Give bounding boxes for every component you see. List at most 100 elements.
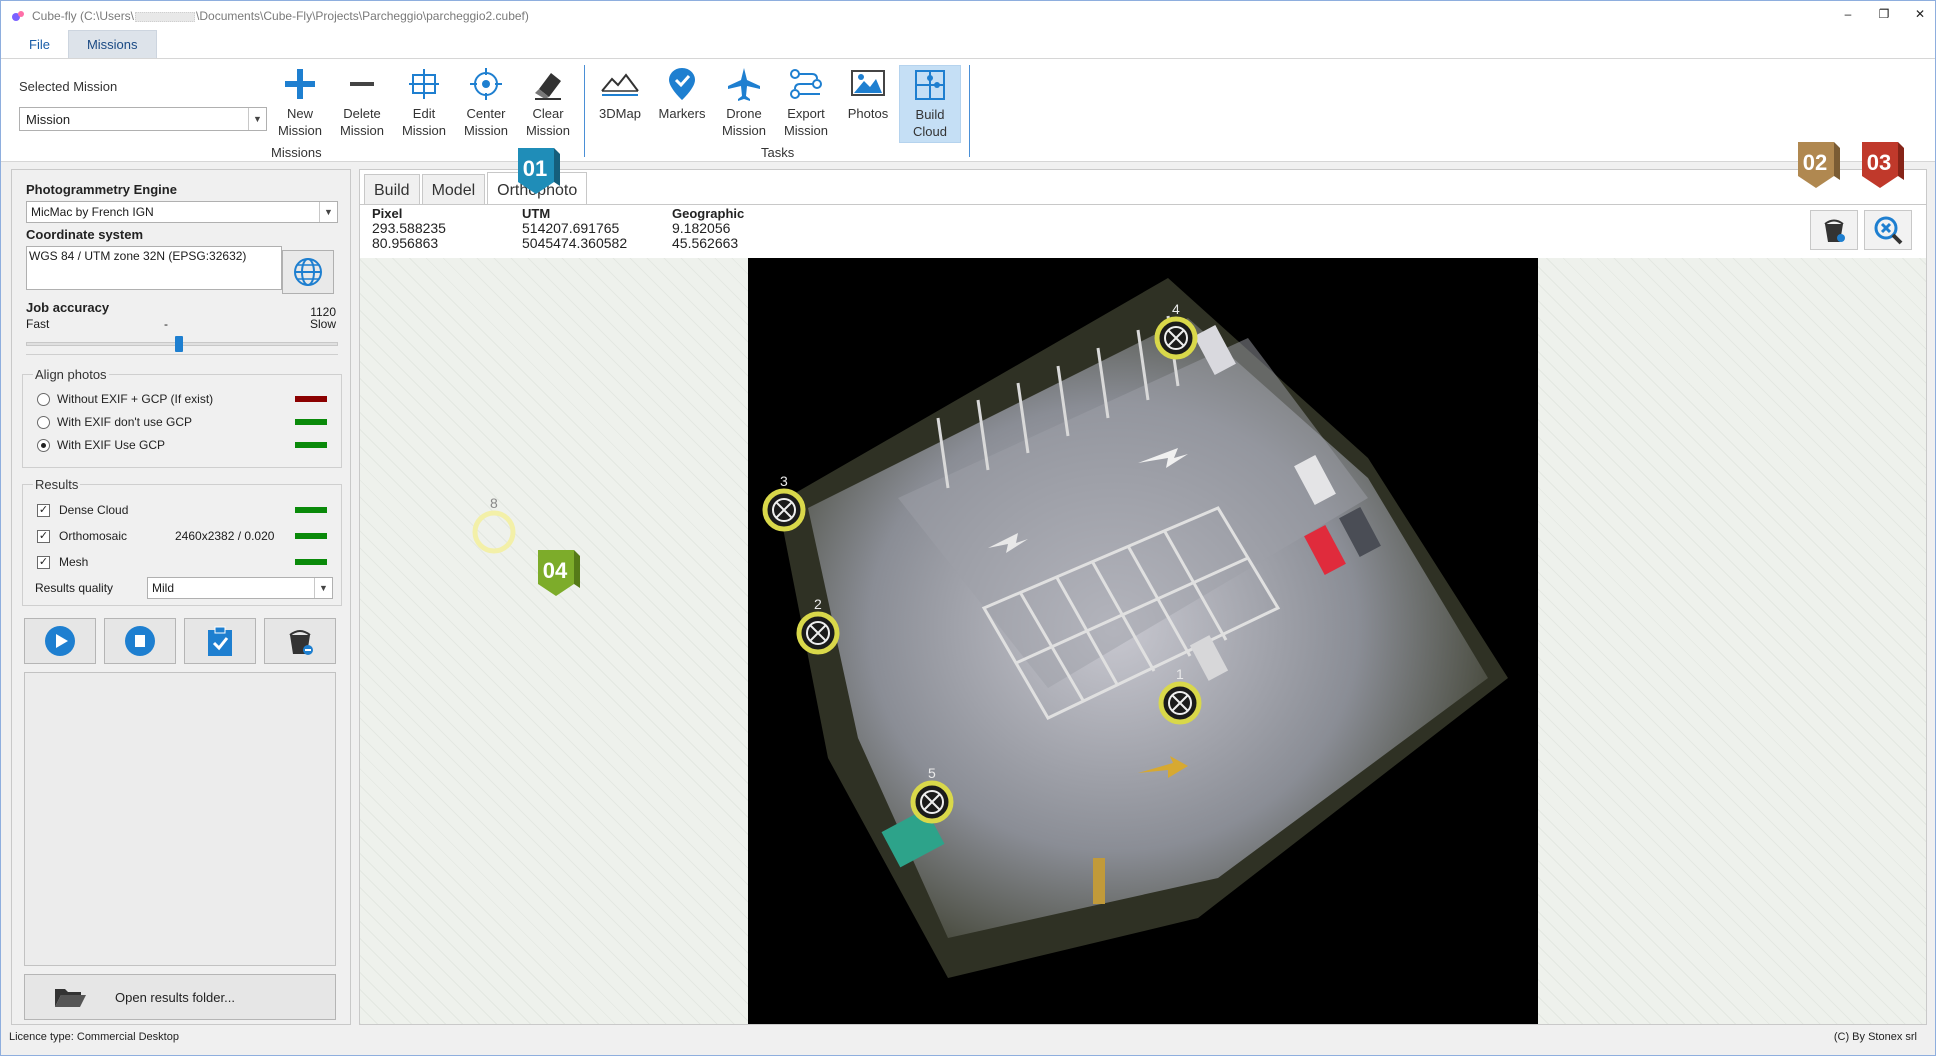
edit-mission-button[interactable]: Edit Mission — [393, 65, 455, 139]
callout-badge-02: 02 — [1796, 140, 1842, 192]
pixel-x: 293.588235 — [372, 220, 446, 236]
stop-button[interactable] — [104, 618, 176, 664]
drone-mission-button[interactable]: Drone Mission — [713, 65, 775, 139]
slider-thumb[interactable] — [175, 336, 183, 352]
menu-tab-file[interactable]: File — [11, 31, 68, 58]
align-option-2[interactable]: With EXIF don't use GCP — [37, 413, 192, 431]
checkbox-checked[interactable]: ✓ — [37, 555, 50, 569]
menu-bar: File Missions — [1, 30, 1935, 59]
callout-badge-04: 04 — [536, 548, 582, 600]
run-button[interactable] — [24, 618, 96, 664]
accuracy-current-marker: - — [164, 317, 168, 331]
center-mission-button[interactable]: Center Mission — [455, 65, 517, 139]
selected-mission-dropdown[interactable]: Mission ▼ — [19, 107, 267, 131]
delete-mission-button[interactable]: Delete Mission — [331, 65, 393, 139]
coord-system-label: Coordinate system — [26, 227, 144, 242]
app-logo-icon — [12, 11, 24, 21]
geo-lat: 45.562663 — [672, 235, 739, 251]
terrain-icon — [601, 73, 639, 96]
tasks-group-label: Tasks — [761, 145, 795, 160]
status-indicator-ok — [295, 419, 327, 425]
open-results-folder-button[interactable]: Open results folder... — [24, 974, 336, 1020]
gcp-marker-label: 8 — [490, 495, 498, 511]
results-group: Results ✓ Dense Cloud ✓ Orthomosaic 2460x2… — [22, 477, 342, 606]
gcp-marker-label: 4 — [1172, 301, 1180, 317]
callout-badge-03: 03 — [1860, 140, 1906, 192]
engine-dropdown[interactable]: MicMac by French IGN ▼ — [26, 201, 338, 223]
gcp-marker-5[interactable]: 5 — [910, 765, 954, 824]
result-dense-cloud[interactable]: ✓ Dense Cloud — [37, 501, 128, 519]
radio-button-selected[interactable] — [37, 438, 50, 452]
orthophoto-canvas[interactable]: 1 2 3 4 5 8 — [360, 258, 1926, 1024]
align-option-3[interactable]: With EXIF Use GCP — [37, 436, 165, 454]
export-mission-button[interactable]: Export Mission — [775, 65, 837, 139]
report-button[interactable] — [184, 618, 256, 664]
accuracy-slider[interactable] — [26, 336, 338, 355]
coord-system-field[interactable]: WGS 84 / UTM zone 32N (EPSG:32632) — [26, 246, 282, 290]
gcp-marker-3[interactable]: 3 — [762, 473, 806, 532]
main-area: Build Model Orthophoto Pixel 293.588235 … — [359, 142, 1927, 1025]
globe-icon — [294, 258, 322, 286]
3dmap-button[interactable]: 3DMap — [589, 65, 651, 122]
job-accuracy-label: Job accuracy — [26, 300, 110, 315]
gcp-marker-2[interactable]: 2 — [796, 596, 840, 655]
chevron-down-icon: ▼ — [319, 202, 337, 222]
minimize-button[interactable]: – — [1841, 7, 1855, 21]
airplane-icon — [728, 68, 760, 101]
build-cloud-button[interactable]: Build Cloud — [899, 65, 961, 143]
pixel-coords: Pixel 293.588235 80.956863 — [372, 206, 446, 251]
clear-mission-button[interactable]: Clear Mission — [517, 65, 579, 139]
accuracy-slow-label: 1120 Slow — [309, 305, 336, 331]
close-button[interactable]: ✕ — [1913, 7, 1927, 21]
result-mesh[interactable]: ✓ Mesh — [37, 553, 88, 571]
new-mission-button[interactable]: New Mission — [269, 65, 331, 139]
gcp-marker-4[interactable]: 4 — [1154, 301, 1198, 360]
orthomosaic-info: 2460x2382 / 0.020 — [175, 529, 275, 543]
tab-build[interactable]: Build — [364, 174, 420, 204]
result-orthomosaic[interactable]: ✓ Orthomosaic — [37, 527, 127, 545]
zoom-reset-button[interactable] — [1864, 210, 1912, 250]
gcp-marker-1[interactable]: 1 — [1158, 666, 1202, 725]
utm-x: 514207.691765 — [522, 220, 620, 236]
engine-label: Photogrammetry Engine — [26, 182, 177, 197]
callout-badge-01: 01 — [516, 146, 562, 198]
pixel-y: 80.956863 — [372, 235, 439, 251]
folder-open-icon — [55, 989, 86, 1007]
gcp-marker-label: 3 — [780, 473, 788, 489]
chevron-down-icon: ▼ — [248, 108, 266, 130]
results-quality-dropdown[interactable]: Mild ▼ — [147, 577, 333, 599]
selected-mission-label: Selected Mission — [19, 79, 118, 94]
menu-tab-missions[interactable]: Missions — [67, 30, 157, 58]
results-quality-label: Results quality — [35, 581, 114, 595]
coord-system-picker-button[interactable] — [282, 250, 334, 294]
gcp-marker-label: 2 — [814, 596, 822, 612]
clear-markers-button[interactable] — [1810, 210, 1858, 250]
radio-button[interactable] — [37, 392, 50, 406]
radio-button[interactable] — [37, 415, 50, 429]
tab-model[interactable]: Model — [421, 174, 486, 204]
clipboard-check-icon — [208, 626, 232, 656]
checkbox-checked[interactable]: ✓ — [37, 529, 50, 543]
route-export-icon — [790, 69, 822, 99]
window-title: Cube-fly (C:\Users\ \Documents\Cube-Fly\P… — [32, 9, 529, 23]
map-pin-check-icon — [669, 68, 695, 100]
minus-icon — [350, 82, 374, 86]
ribbon-separator — [584, 65, 585, 157]
status-indicator-ok — [295, 559, 327, 565]
gcp-markers: 1 2 3 4 5 8 — [472, 301, 1202, 824]
checkbox-checked[interactable]: ✓ — [37, 503, 50, 517]
log-area — [24, 672, 336, 966]
align-option-1[interactable]: Without EXIF + GCP (If exist) — [37, 390, 213, 408]
puzzle-icon — [915, 70, 945, 100]
left-panel: Photogrammetry Engine MicMac by French I… — [11, 169, 351, 1025]
plus-icon — [285, 69, 315, 99]
gcp-marker-8[interactable]: 8 — [472, 495, 516, 554]
markers-button[interactable]: Markers — [651, 65, 713, 122]
gcp-marker-label: 1 — [1176, 666, 1184, 682]
maximize-button[interactable]: ❐ — [1877, 7, 1891, 21]
ribbon: Selected Mission Mission ▼ New Mission D… — [1, 59, 1935, 162]
accuracy-fast-label: Fast — [26, 317, 50, 331]
photos-button[interactable]: Photos — [837, 65, 899, 122]
clear-results-button[interactable] — [264, 618, 336, 664]
status-indicator-error — [295, 396, 327, 402]
